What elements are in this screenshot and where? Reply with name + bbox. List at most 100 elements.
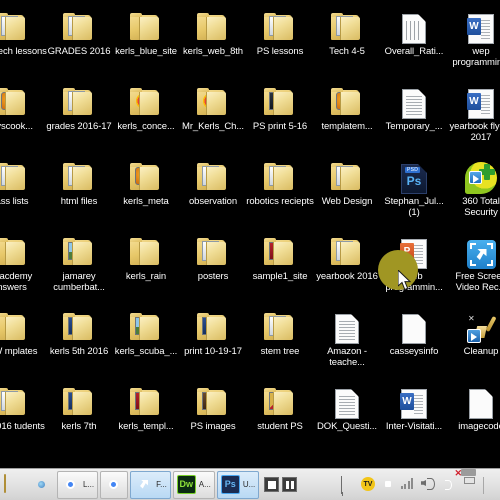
- desktop-icon[interactable]: html files: [43, 154, 115, 207]
- folder-with-preview-icon: [128, 312, 164, 344]
- desktop-icon[interactable]: Tech 4-5: [311, 4, 383, 57]
- desktop-icon[interactable]: kerls_web_8th: [177, 4, 249, 57]
- tray-network[interactable]: [401, 477, 416, 492]
- desktop-icon-art: [311, 304, 383, 344]
- desktop-icon-label: stem tree: [260, 346, 300, 357]
- taskbar-button-dreamweaver[interactable]: Dw A...: [172, 470, 215, 499]
- desktop-icon[interactable]: templatem...: [311, 79, 383, 132]
- desktop-icon[interactable]: robotics reciepts: [244, 154, 316, 207]
- desktop-icon[interactable]: kerls_conce...: [110, 79, 182, 132]
- folder-icon: [0, 237, 30, 269]
- taskbar-button-file-explorer[interactable]: [1, 471, 27, 499]
- desktop-icon[interactable]: ass lists: [0, 154, 48, 207]
- desktop-icon[interactable]: kerls_templ...: [110, 379, 182, 432]
- recorder-transport-controls[interactable]: [264, 477, 298, 492]
- blank-document-icon: [402, 314, 426, 344]
- desktop-icon[interactable]: PS lessons: [244, 4, 316, 57]
- folder-with-preview-icon: [61, 312, 97, 344]
- folder-with-documents-icon: [329, 162, 365, 194]
- desktop-icon[interactable]: stem tree: [244, 304, 316, 357]
- stop-recording-button[interactable]: [264, 477, 280, 492]
- folder-with-documents-icon: [61, 162, 97, 194]
- desktop-icon-label: robotics reciepts: [246, 196, 314, 207]
- desktop-icon[interactable]: Overall_Rati...: [378, 4, 450, 57]
- desktop-icon[interactable]: DOK_Questi...: [311, 379, 383, 432]
- desktop-icon[interactable]: PS print 5-16: [244, 79, 316, 132]
- desktop-icon-label: Stephan_Jul... (1): [384, 196, 444, 218]
- desktop-icon[interactable]: Wyearbook flyers 2017: [445, 79, 500, 143]
- desktop-icon[interactable]: grades 2016-17: [43, 79, 115, 132]
- desktop-icon-art: W: [445, 79, 500, 119]
- desktop-icon[interactable]: jamarey cumberbat...: [43, 229, 115, 293]
- desktop-surface[interactable]: 016 tech lessons GRADES 2016 kerls_blue_…: [0, 0, 500, 468]
- desktop-icon[interactable]: Mr_Kerls_Ch...: [177, 79, 249, 132]
- desktop-icon-art: W: [378, 379, 450, 419]
- desktop-icon-label: kerls 7th: [61, 421, 97, 432]
- desktop-icon-label: 016 tech lessons: [0, 46, 47, 57]
- desktop-icon[interactable]: eyscook...: [0, 79, 48, 132]
- desktop-icon-label: posters: [197, 271, 229, 282]
- tray-action-center[interactable]: [341, 476, 356, 494]
- desktop-icon[interactable]: PSD Ps Stephan_Jul... (1): [378, 154, 450, 218]
- desktop-icon-label: print 10-19-17: [184, 346, 242, 357]
- desktop-icon[interactable]: DW mplates: [0, 304, 48, 357]
- desktop-icon[interactable]: e acdemy nswers: [0, 229, 48, 293]
- desktop-icon[interactable]: posters: [177, 229, 249, 282]
- desktop-icon[interactable]: 360 Total Security: [445, 154, 500, 218]
- desktop-icon[interactable]: Wwep programmin...: [445, 4, 500, 68]
- taskbar-button-firefox[interactable]: [29, 471, 55, 499]
- desktop-icon[interactable]: yearbook 2016: [311, 229, 383, 282]
- desktop-icon[interactable]: Free Screen Video Rec...: [445, 229, 500, 293]
- desktop-icon-label: PS print 5-16: [252, 121, 308, 132]
- desktop-icon[interactable]: imagecode: [445, 379, 500, 432]
- desktop-icon[interactable]: observation: [177, 154, 249, 207]
- desktop-icon[interactable]: casseysinfo: [378, 304, 450, 357]
- desktop-icon[interactable]: W Inter-Visitati...: [378, 379, 450, 432]
- taskbar-button-photoshop[interactable]: Ps U...: [216, 470, 260, 499]
- desktop-icon[interactable]: GRADES 2016: [43, 4, 115, 57]
- desktop-icon[interactable]: Web Design: [311, 154, 383, 207]
- system-tray[interactable]: TV ✕: [341, 469, 500, 494]
- taskbar-button-free-screen-recorder[interactable]: F...: [130, 470, 171, 499]
- folder-with-preview-icon: [0, 87, 30, 119]
- taskbar-button-chrome-window-1[interactable]: L...: [57, 470, 99, 499]
- tray-tv-app[interactable]: TV: [361, 477, 376, 492]
- desktop-icon[interactable]: PS images: [177, 379, 249, 432]
- dreamweaver-icon: Dw: [176, 474, 197, 495]
- desktop-icon[interactable]: kerls_meta: [110, 154, 182, 207]
- photoshop-psd-file-icon: PSD Ps: [401, 164, 427, 194]
- tray-volume[interactable]: [421, 477, 436, 492]
- desktop-icon-label: DW mplates: [0, 346, 38, 357]
- desktop-icon[interactable]: kerls_rain: [110, 229, 182, 282]
- desktop-icon-label: kerls_templ...: [118, 421, 174, 432]
- taskbar-button-chrome-window-2[interactable]: [100, 470, 129, 499]
- tray-show-desktop[interactable]: [481, 477, 496, 494]
- desktop-icon-art: [110, 379, 182, 419]
- folder-with-preview-icon: [329, 87, 365, 119]
- word-document-icon: W: [467, 89, 494, 119]
- folder-with-documents-icon: [262, 12, 298, 44]
- tray-printer-status[interactable]: ✕: [454, 469, 476, 492]
- desktop-icon[interactable]: Temporary_...: [378, 79, 450, 132]
- desktop-icon[interactable]: student PS: [244, 379, 316, 432]
- desktop-icon-label: e acdemy nswers: [0, 271, 33, 293]
- desktop-icon[interactable]: Pweb programmin...: [378, 229, 450, 293]
- folder-with-preview-icon: [61, 237, 97, 269]
- tray-opera-or-red-app[interactable]: [441, 477, 456, 492]
- taskbar[interactable]: L... F... Dw A... Ps U... TV ✕: [0, 468, 500, 500]
- desktop-icon[interactable]: sample1_site: [244, 229, 316, 282]
- desktop-icon[interactable]: kerls 5th 2016: [43, 304, 115, 357]
- desktop-icon[interactable]: kerls 7th: [43, 379, 115, 432]
- desktop-icon-label: eyscook...: [0, 121, 33, 132]
- desktop-icon[interactable]: kerls_blue_site: [110, 4, 182, 57]
- desktop-icon-label: Tech 4-5: [329, 46, 365, 57]
- desktop-icon[interactable]: print 10-19-17: [177, 304, 249, 357]
- desktop-icon[interactable]: Amazon -teache...: [311, 304, 383, 368]
- stop-icon: [267, 480, 276, 489]
- desktop-icon[interactable]: 016 tech lessons: [0, 4, 48, 57]
- tray-360-total-security-tray[interactable]: [381, 477, 396, 492]
- pause-recording-button[interactable]: [282, 477, 298, 492]
- desktop-icon[interactable]: all 2016 tudents: [0, 379, 48, 432]
- desktop-icon[interactable]: kerls_scuba_...: [110, 304, 182, 357]
- desktop-icon[interactable]: ✕ Cleanup: [445, 304, 500, 358]
